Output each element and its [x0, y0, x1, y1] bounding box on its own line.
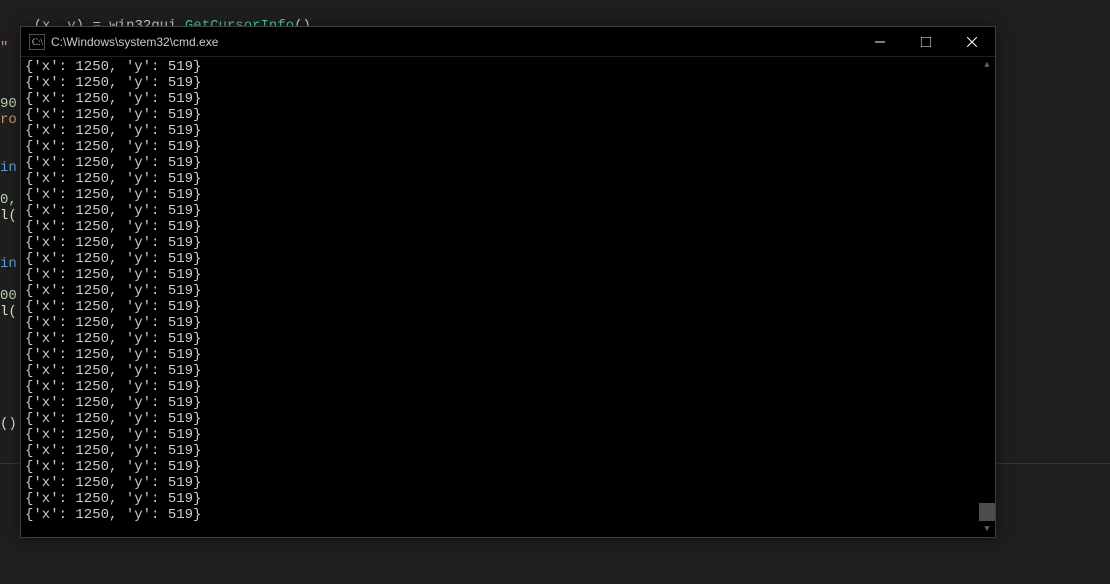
console-line: {'x': 1250, 'y': 519}	[25, 491, 991, 507]
console-line: {'x': 1250, 'y': 519}	[25, 395, 991, 411]
console-line: {'x': 1250, 'y': 519}	[25, 283, 991, 299]
console-line: {'x': 1250, 'y': 519}	[25, 411, 991, 427]
scrollbar-thumb[interactable]	[979, 503, 995, 521]
console-line: {'x': 1250, 'y': 519}	[25, 59, 991, 75]
code-fragment: 90	[0, 96, 17, 112]
maximize-button[interactable]	[903, 27, 949, 56]
code-fragment: 0,	[0, 192, 17, 208]
code-fragment: 00	[0, 288, 17, 304]
console-line: {'x': 1250, 'y': 519}	[25, 187, 991, 203]
console-line: {'x': 1250, 'y': 519}	[25, 235, 991, 251]
scrollbar-track[interactable]: ▲ ▼	[979, 57, 995, 537]
console-line: {'x': 1250, 'y': 519}	[25, 379, 991, 395]
console-line: {'x': 1250, 'y': 519}	[25, 107, 991, 123]
code-fragment: ()	[0, 416, 17, 432]
console-line: {'x': 1250, 'y': 519}	[25, 331, 991, 347]
console-line: {'x': 1250, 'y': 519}	[25, 139, 991, 155]
console-line: {'x': 1250, 'y': 519}	[25, 507, 991, 523]
console-line: {'x': 1250, 'y': 519}	[25, 299, 991, 315]
console-line: {'x': 1250, 'y': 519}	[25, 363, 991, 379]
window-controls	[857, 27, 995, 56]
console-output: {'x': 1250, 'y': 519}{'x': 1250, 'y': 51…	[25, 59, 991, 523]
console-line: {'x': 1250, 'y': 519}	[25, 475, 991, 491]
console-line: {'x': 1250, 'y': 519}	[25, 219, 991, 235]
minimize-button[interactable]	[857, 27, 903, 56]
window-title: C:\Windows\system32\cmd.exe	[51, 35, 857, 49]
console-line: {'x': 1250, 'y': 519}	[25, 203, 991, 219]
console-line: {'x': 1250, 'y': 519}	[25, 171, 991, 187]
console-line: {'x': 1250, 'y': 519}	[25, 155, 991, 171]
console-line: {'x': 1250, 'y': 519}	[25, 75, 991, 91]
console-line: {'x': 1250, 'y': 519}	[25, 443, 991, 459]
console-body[interactable]: {'x': 1250, 'y': 519}{'x': 1250, 'y': 51…	[21, 57, 995, 537]
code-fragment: l(	[0, 304, 17, 320]
scrollbar-down-arrow[interactable]: ▼	[979, 521, 995, 537]
console-line: {'x': 1250, 'y': 519}	[25, 427, 991, 443]
code-fragment: "	[0, 40, 8, 56]
code-fragment: l(	[0, 208, 17, 224]
title-bar[interactable]: C:\ C:\Windows\system32\cmd.exe	[21, 27, 995, 57]
console-line: {'x': 1250, 'y': 519}	[25, 347, 991, 363]
scrollbar-up-arrow[interactable]: ▲	[979, 57, 995, 73]
code-fragment: ro	[0, 112, 17, 128]
console-line: {'x': 1250, 'y': 519}	[25, 91, 991, 107]
console-line: {'x': 1250, 'y': 519}	[25, 251, 991, 267]
svg-text:C:\: C:\	[32, 37, 44, 47]
code-fragment: in	[0, 256, 17, 272]
code-fragment: in	[0, 160, 17, 176]
console-line: {'x': 1250, 'y': 519}	[25, 267, 991, 283]
cmd-window: C:\ C:\Windows\system32\cmd.exe {'x': 12…	[20, 26, 996, 538]
console-line: {'x': 1250, 'y': 519}	[25, 459, 991, 475]
cmd-icon: C:\	[29, 34, 45, 50]
console-line: {'x': 1250, 'y': 519}	[25, 123, 991, 139]
close-button[interactable]	[949, 27, 995, 56]
console-line: {'x': 1250, 'y': 519}	[25, 315, 991, 331]
